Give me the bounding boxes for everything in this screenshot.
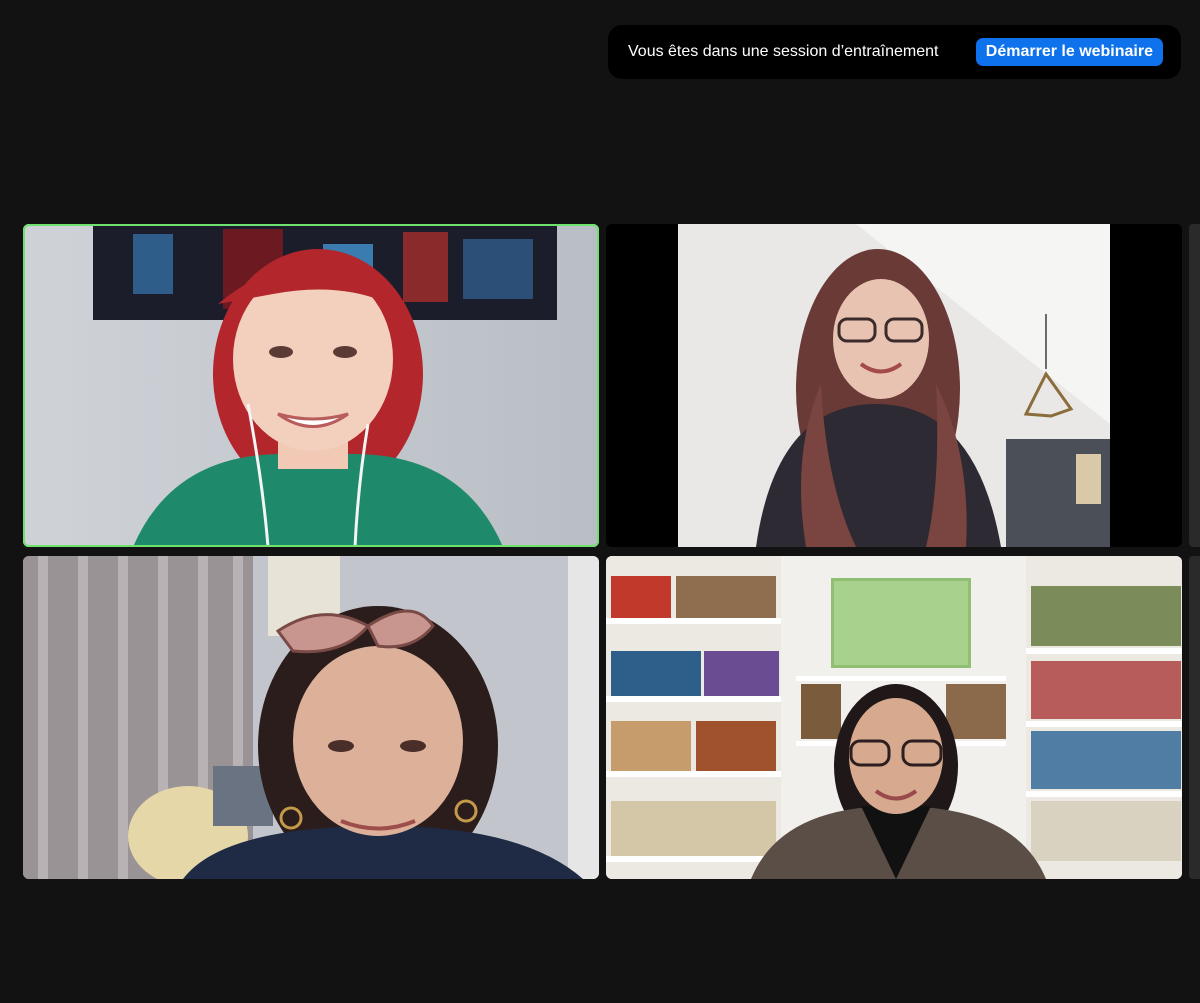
start-webinar-button[interactable]: Démarrer le webinaire xyxy=(975,38,1163,66)
practice-session-text: Vous êtes dans une session d’entraînemen… xyxy=(628,43,939,60)
video-tile-participant-1[interactable] xyxy=(23,224,599,547)
participant-4-video xyxy=(606,556,1182,879)
participant-1-video xyxy=(23,224,599,547)
practice-session-banner: Vous êtes dans une session d’entraînemen… xyxy=(608,25,1181,79)
video-tile-participant-2[interactable] xyxy=(606,224,1182,547)
next-page-tile-edge[interactable] xyxy=(1189,556,1200,879)
next-page-tile-edge[interactable] xyxy=(1189,224,1200,547)
participant-2-video xyxy=(606,224,1182,547)
video-tile-participant-3[interactable] xyxy=(23,556,599,879)
video-tile-participant-4[interactable] xyxy=(606,556,1182,879)
participant-3-video xyxy=(23,556,599,879)
